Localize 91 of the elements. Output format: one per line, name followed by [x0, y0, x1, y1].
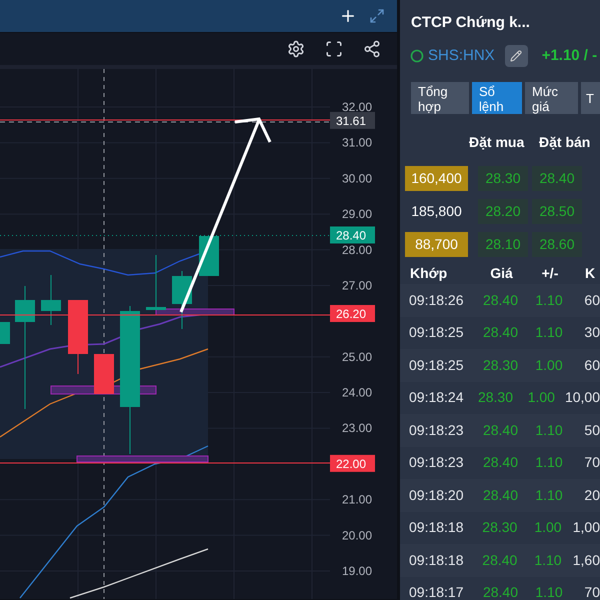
add-icon[interactable]	[339, 7, 357, 25]
column-header: Đặt bán	[539, 133, 590, 152]
stock-symbol[interactable]: SHS:HNX	[428, 44, 495, 67]
trade-price: 28.40	[482, 486, 520, 505]
trade-price: 28.30	[482, 356, 520, 375]
trade-change: 1.00	[526, 388, 556, 408]
stock-title: CTCP Chứng k...	[411, 13, 531, 33]
ask-price: 28.40	[532, 166, 582, 191]
trade-time: 09:18:25	[409, 323, 464, 342]
trade-time: 09:18:25	[409, 356, 464, 375]
candlestick	[0, 322, 10, 344]
ask-price: 28.60	[532, 232, 582, 257]
trade-change: 1.10	[534, 323, 564, 342]
expand-icon[interactable]	[369, 8, 385, 24]
trade-volume: 1,00	[572, 518, 600, 538]
trade-time: 09:18:23	[409, 453, 464, 472]
trade-price: 28.40	[482, 290, 520, 310]
trade-change: 1.10	[534, 420, 564, 440]
volume-cell: 88,700	[405, 232, 468, 257]
trade-change: 1.00	[533, 518, 563, 538]
ask-price: 28.50	[532, 199, 582, 224]
status-icon	[410, 48, 424, 63]
axis-label: 29.00	[342, 207, 372, 222]
price-change: +1.10 / -	[542, 46, 598, 66]
axis-label: 19.00	[342, 564, 372, 578]
price-tag: 22.00	[330, 454, 375, 472]
column-header: +/-	[540, 264, 560, 283]
share-icon[interactable]	[363, 40, 381, 58]
trade-volume: 60	[583, 356, 600, 375]
trade-volume: 20	[583, 486, 600, 505]
volume-cell-text: 185,800	[410, 202, 463, 221]
trade-time: 09:18:23	[409, 420, 464, 440]
axis-label: 24.00	[342, 386, 372, 400]
trade-time: 09:18:24	[409, 388, 464, 408]
price-tag: 26.20	[330, 305, 375, 322]
bid-price: 28.20	[478, 199, 528, 224]
volume-cell: 160,400	[405, 166, 468, 191]
column-header: Đặt mua	[469, 133, 526, 152]
trade-time: 09:18:26	[409, 290, 464, 310]
tab[interactable]: Tổng hợp	[411, 82, 469, 114]
column-header: K	[585, 264, 596, 283]
candlestick	[41, 274, 61, 326]
trade-volume: 50	[583, 420, 600, 440]
bid-price: 28.30	[478, 166, 528, 191]
trade-time: 09:18:17	[409, 583, 464, 600]
trade-volume: 30	[583, 323, 600, 342]
candlestick	[146, 254, 166, 310]
trade-volume: 70	[583, 453, 600, 472]
trade-change: 1.00	[534, 356, 564, 375]
axis-label: 30.00	[342, 171, 372, 186]
trade-change: 1.10	[534, 453, 564, 472]
trade-time: 09:18:20	[409, 486, 464, 505]
axis-label: 28.00	[342, 242, 372, 257]
axis-label: 23.00	[342, 421, 372, 436]
bid-price: 28.10	[478, 232, 528, 257]
trade-volume: 70	[583, 583, 600, 600]
tab[interactable]: Sổ lệnh	[472, 82, 522, 114]
trade-time: 09:18:18	[409, 550, 464, 570]
trade-change: 1.10	[534, 290, 564, 310]
axis-label: 32.00	[342, 100, 372, 114]
axis-label: 20.00	[342, 528, 372, 542]
trade-change: 1.10	[534, 486, 564, 505]
trade-price: 28.30	[481, 518, 518, 538]
axis-label: 21.00	[342, 492, 372, 507]
trade-volume: 1,60	[572, 550, 600, 570]
candlestick	[94, 354, 114, 394]
fullscreen-icon[interactable]	[325, 40, 343, 58]
candlestick	[172, 270, 192, 330]
trade-time: 09:18:18	[409, 518, 464, 538]
tab[interactable]: Mức giá	[525, 82, 578, 114]
trade-price: 28.40	[481, 550, 518, 570]
axis-label: 25.00	[342, 350, 372, 364]
trade-change: 1.10	[534, 583, 564, 600]
edit-button[interactable]	[504, 44, 528, 67]
trade-price: 28.40	[482, 323, 520, 342]
price-tag: 31.61	[330, 112, 375, 129]
pencil-icon	[510, 50, 522, 62]
axis-label: 27.00	[342, 278, 372, 292]
trade-price: 28.40	[482, 453, 520, 472]
trade-volume: 10,00	[564, 388, 600, 408]
trade-price: 28.30	[476, 388, 514, 408]
price-tag: 28.40	[330, 226, 375, 244]
trade-price: 28.40	[482, 420, 520, 440]
trade-change: 1.10	[533, 550, 563, 570]
trade-volume: 60	[583, 290, 600, 310]
column-header: Khớp	[410, 264, 448, 283]
tab[interactable]: T	[581, 82, 600, 114]
trade-price: 28.40	[482, 583, 520, 600]
column-header: Giá	[489, 264, 514, 283]
settings-icon[interactable]	[287, 40, 305, 58]
axis-label: 31.00	[342, 136, 372, 150]
